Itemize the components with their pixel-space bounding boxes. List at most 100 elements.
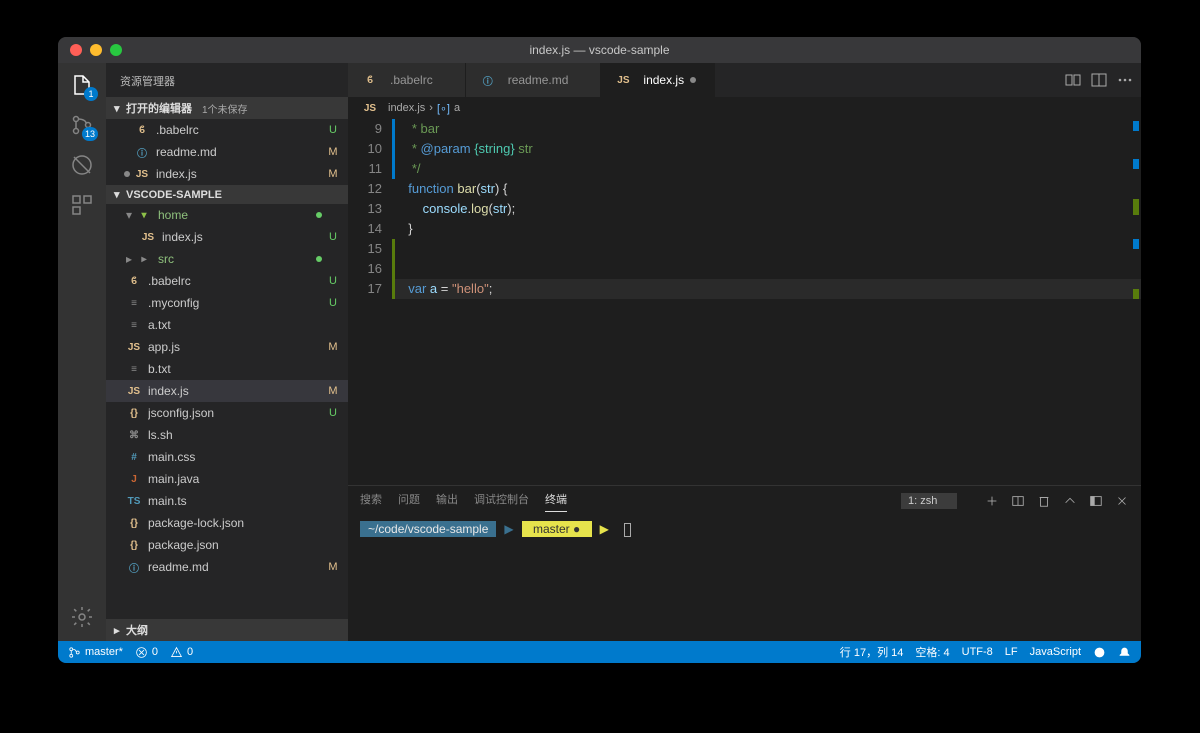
- breadcrumb[interactable]: JS index.js › [∘] a: [348, 97, 1141, 119]
- panel-tab[interactable]: 问题: [398, 491, 420, 512]
- more-icon[interactable]: [1117, 72, 1133, 88]
- encoding-status[interactable]: UTF-8: [962, 646, 993, 658]
- outline-header[interactable]: ▸ 大纲: [106, 619, 348, 641]
- settings-gear-icon[interactable]: [68, 603, 96, 631]
- feedback-icon[interactable]: [1093, 646, 1106, 659]
- file-tree-item[interactable]: TS main.ts: [106, 490, 348, 512]
- panel-tab[interactable]: 终端: [545, 491, 567, 512]
- code-content[interactable]: * bar * @param {string} str */ function …: [392, 119, 1141, 485]
- open-editors-header[interactable]: ▾ 打开的编辑器 1个未保存: [106, 97, 348, 119]
- kill-terminal-icon[interactable]: [1037, 494, 1051, 508]
- maximize-window-button[interactable]: [110, 44, 122, 56]
- file-tree-item[interactable]: # main.css: [106, 446, 348, 468]
- java-icon: J: [126, 471, 142, 487]
- git-status: U: [326, 407, 340, 419]
- panel-tab[interactable]: 调试控制台: [474, 491, 529, 512]
- warnings-status[interactable]: 0: [170, 646, 193, 659]
- outline-label: 大纲: [126, 622, 148, 638]
- compare-icon[interactable]: [1065, 72, 1081, 88]
- open-editor-item[interactable]: JS index.js M: [106, 163, 348, 185]
- file-tree-item[interactable]: {} package.json: [106, 534, 348, 556]
- chevron-icon: ▾: [126, 208, 136, 222]
- breadcrumb-symbol: a: [454, 102, 460, 114]
- minimize-window-button[interactable]: [90, 44, 102, 56]
- config-icon: ≡: [126, 295, 142, 311]
- js-file-icon: JS: [362, 100, 378, 116]
- traffic-lights: [58, 44, 122, 56]
- notifications-icon[interactable]: [1118, 646, 1131, 659]
- git-status: M: [326, 561, 340, 573]
- open-editor-item[interactable]: ϐ .babelrc U: [106, 119, 348, 141]
- tab-label: readme.md: [508, 73, 569, 87]
- terminal-selector[interactable]: 1: zsh: [901, 493, 957, 509]
- file-name: src: [158, 252, 316, 266]
- file-tree-item[interactable]: {} jsconfig.json U: [106, 402, 348, 424]
- explorer-icon[interactable]: 1: [68, 71, 96, 99]
- cursor-position-status[interactable]: 行 17，列 14: [840, 644, 904, 660]
- file-tree-item[interactable]: ⌘ ls.sh: [106, 424, 348, 446]
- close-panel-icon[interactable]: [1115, 494, 1129, 508]
- file-tree-item[interactable]: ϐ .babelrc U: [106, 270, 348, 292]
- folder-open-icon: ▾: [136, 207, 152, 223]
- bottom-panel: 搜索问题输出调试控制台终端 1: zsh ~/code/vscode-sampl…: [348, 485, 1141, 641]
- file-tree-item[interactable]: ≡ a.txt: [106, 314, 348, 336]
- tab-label: index.js: [643, 73, 684, 87]
- editor-tab[interactable]: ϐ .babelrc: [348, 63, 466, 97]
- close-window-button[interactable]: [70, 44, 82, 56]
- language-status[interactable]: JavaScript: [1030, 646, 1081, 658]
- new-terminal-icon[interactable]: [985, 494, 999, 508]
- panel-tab[interactable]: 搜索: [360, 491, 382, 512]
- eol-status[interactable]: LF: [1005, 646, 1018, 658]
- editor-tab[interactable]: JS index.js: [601, 63, 715, 97]
- maximize-panel-icon[interactable]: [1063, 494, 1077, 508]
- git-dot-icon: [316, 212, 322, 218]
- split-terminal-icon[interactable]: [1011, 494, 1025, 508]
- file-tree-item[interactable]: ≡ b.txt: [106, 358, 348, 380]
- errors-status[interactable]: 0: [135, 646, 158, 659]
- css-icon: #: [126, 449, 142, 465]
- file-name: main.css: [148, 450, 326, 464]
- babel-icon: ϐ: [362, 72, 378, 88]
- code-editor[interactable]: 91011121314151617 * bar * @param {string…: [348, 119, 1141, 485]
- file-name: home: [158, 208, 316, 222]
- file-name: main.ts: [148, 494, 326, 508]
- file-tree-item[interactable]: ▾ ▾ home: [106, 204, 348, 226]
- activity-bar: 1 13: [58, 63, 106, 641]
- txt-icon: ≡: [126, 317, 142, 333]
- file-tree-item[interactable]: ≡ .myconfig U: [106, 292, 348, 314]
- file-tree-item[interactable]: J main.java: [106, 468, 348, 490]
- babel-icon: ϐ: [134, 122, 150, 138]
- babel-icon: ϐ: [126, 273, 142, 289]
- file-tree-item[interactable]: JS index.js M: [106, 380, 348, 402]
- split-editor-icon[interactable]: [1091, 72, 1107, 88]
- file-tree-item[interactable]: {} package-lock.json: [106, 512, 348, 534]
- chevron-right-icon: ›: [429, 102, 433, 114]
- scm-icon[interactable]: 13: [68, 111, 96, 139]
- panel-tab[interactable]: 输出: [436, 491, 458, 512]
- file-name: .babelrc: [156, 123, 326, 137]
- toggle-panel-icon[interactable]: [1089, 494, 1103, 508]
- extensions-icon[interactable]: [68, 191, 96, 219]
- file-tree-item[interactable]: JS app.js M: [106, 336, 348, 358]
- file-tree-item[interactable]: ▸ ▸ src: [106, 248, 348, 270]
- git-branch-status[interactable]: master*: [68, 646, 123, 659]
- js-icon: JS: [126, 339, 142, 355]
- txt-icon: ≡: [126, 361, 142, 377]
- minimap[interactable]: [1127, 119, 1141, 485]
- file-name: .myconfig: [148, 296, 326, 310]
- file-name: package.json: [148, 538, 326, 552]
- open-editor-item[interactable]: ⓘ readme.md M: [106, 141, 348, 163]
- debug-icon[interactable]: [68, 151, 96, 179]
- project-header[interactable]: ▾ VSCODE-SAMPLE: [106, 185, 348, 204]
- indent-status[interactable]: 空格: 4: [915, 644, 949, 660]
- file-tree-item[interactable]: JS index.js U: [106, 226, 348, 248]
- open-editors-label: 打开的编辑器: [126, 100, 192, 116]
- file-name: ls.sh: [148, 428, 326, 442]
- sh-icon: ⌘: [126, 427, 142, 443]
- editor-tab[interactable]: ⓘ readme.md: [466, 63, 602, 97]
- git-status: U: [326, 124, 340, 136]
- git-status: U: [326, 275, 340, 287]
- terminal[interactable]: ~/code/vscode-sample▶ master ● ▶: [348, 516, 1141, 641]
- file-tree-item[interactable]: ⓘ readme.md M: [106, 556, 348, 578]
- scm-badge: 13: [82, 127, 98, 141]
